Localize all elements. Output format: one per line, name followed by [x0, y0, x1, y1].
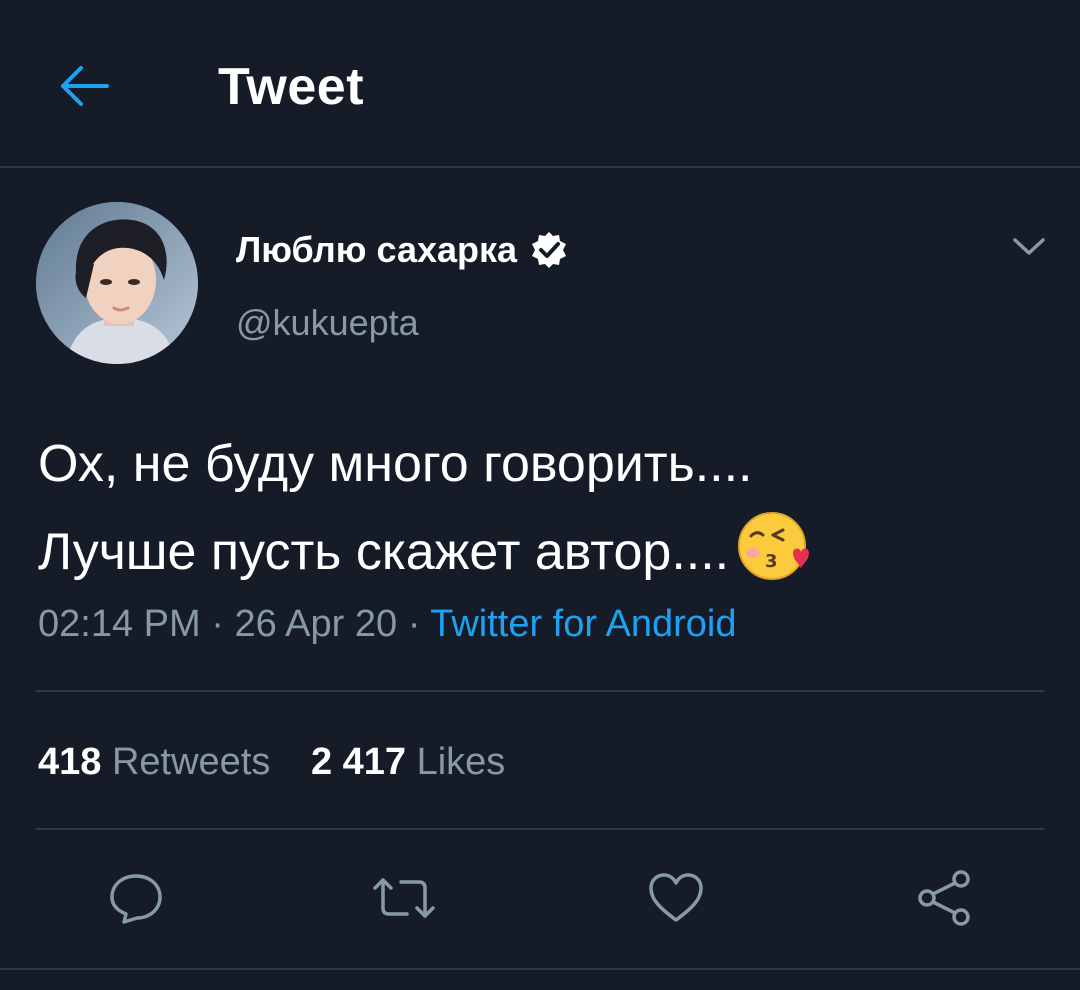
avatar[interactable]	[36, 202, 198, 364]
retweets-label: Retweets	[111, 741, 271, 783]
tweet-text: Ох, не буду много говорить.... Лучше пус…	[38, 420, 1048, 596]
retweets-count: 418	[38, 741, 102, 783]
author-display-name-row[interactable]: Люблю сахарка	[236, 226, 569, 274]
arrow-left-icon	[61, 66, 109, 106]
likes-stat[interactable]: 2 417 Likes	[311, 736, 505, 788]
verified-badge-icon	[532, 232, 567, 268]
tweet-source-link[interactable]: Twitter for Android	[430, 603, 736, 645]
author-handle[interactable]: @kukuepta	[236, 300, 419, 346]
reply-button[interactable]	[100, 866, 172, 930]
top-bar: Tweet	[0, 0, 1080, 168]
page-title: Tweet	[218, 58, 365, 116]
tweet-date: 26 Apr 20	[234, 603, 398, 645]
likes-count: 2 417	[310, 741, 407, 783]
tweet-meta: 02:14 PM · 26 Apr 20 · Twitter for Andro…	[38, 598, 736, 650]
like-icon	[649, 873, 703, 922]
reply-icon	[110, 874, 162, 924]
retweets-stat[interactable]: 418 Retweets	[38, 736, 270, 788]
meta-separator: ·	[211, 603, 224, 645]
meta-separator: ·	[407, 603, 421, 645]
kissing-face-with-heart-emoji: 3	[738, 512, 810, 580]
divider	[36, 828, 1044, 830]
chevron-down-icon	[1013, 238, 1045, 255]
like-button[interactable]	[640, 866, 712, 930]
likes-label: Likes	[416, 741, 506, 783]
author-display-name: Люблю сахарка	[236, 229, 518, 270]
retweet-button[interactable]	[368, 866, 440, 930]
tweet-time: 02:14 PM	[38, 603, 201, 645]
share-button[interactable]	[908, 866, 980, 930]
divider	[0, 968, 1080, 970]
tweet-text-line: Ох, не буду много говорить....	[38, 435, 753, 493]
tweet-options-button[interactable]	[1006, 226, 1052, 266]
tweet-text-line: Лучше пусть скажет автор....	[38, 523, 730, 581]
tweet-text-line-with-emoji: Лучше пусть скажет автор.... 3	[38, 508, 1048, 596]
divider	[36, 690, 1044, 692]
share-icon	[918, 870, 970, 926]
retweet-icon	[373, 878, 435, 918]
svg-text:3: 3	[765, 551, 778, 572]
tweet-stats: 418 Retweets 2 417 Likes	[38, 736, 505, 788]
avatar-photo	[36, 202, 198, 364]
back-button[interactable]	[52, 58, 116, 114]
